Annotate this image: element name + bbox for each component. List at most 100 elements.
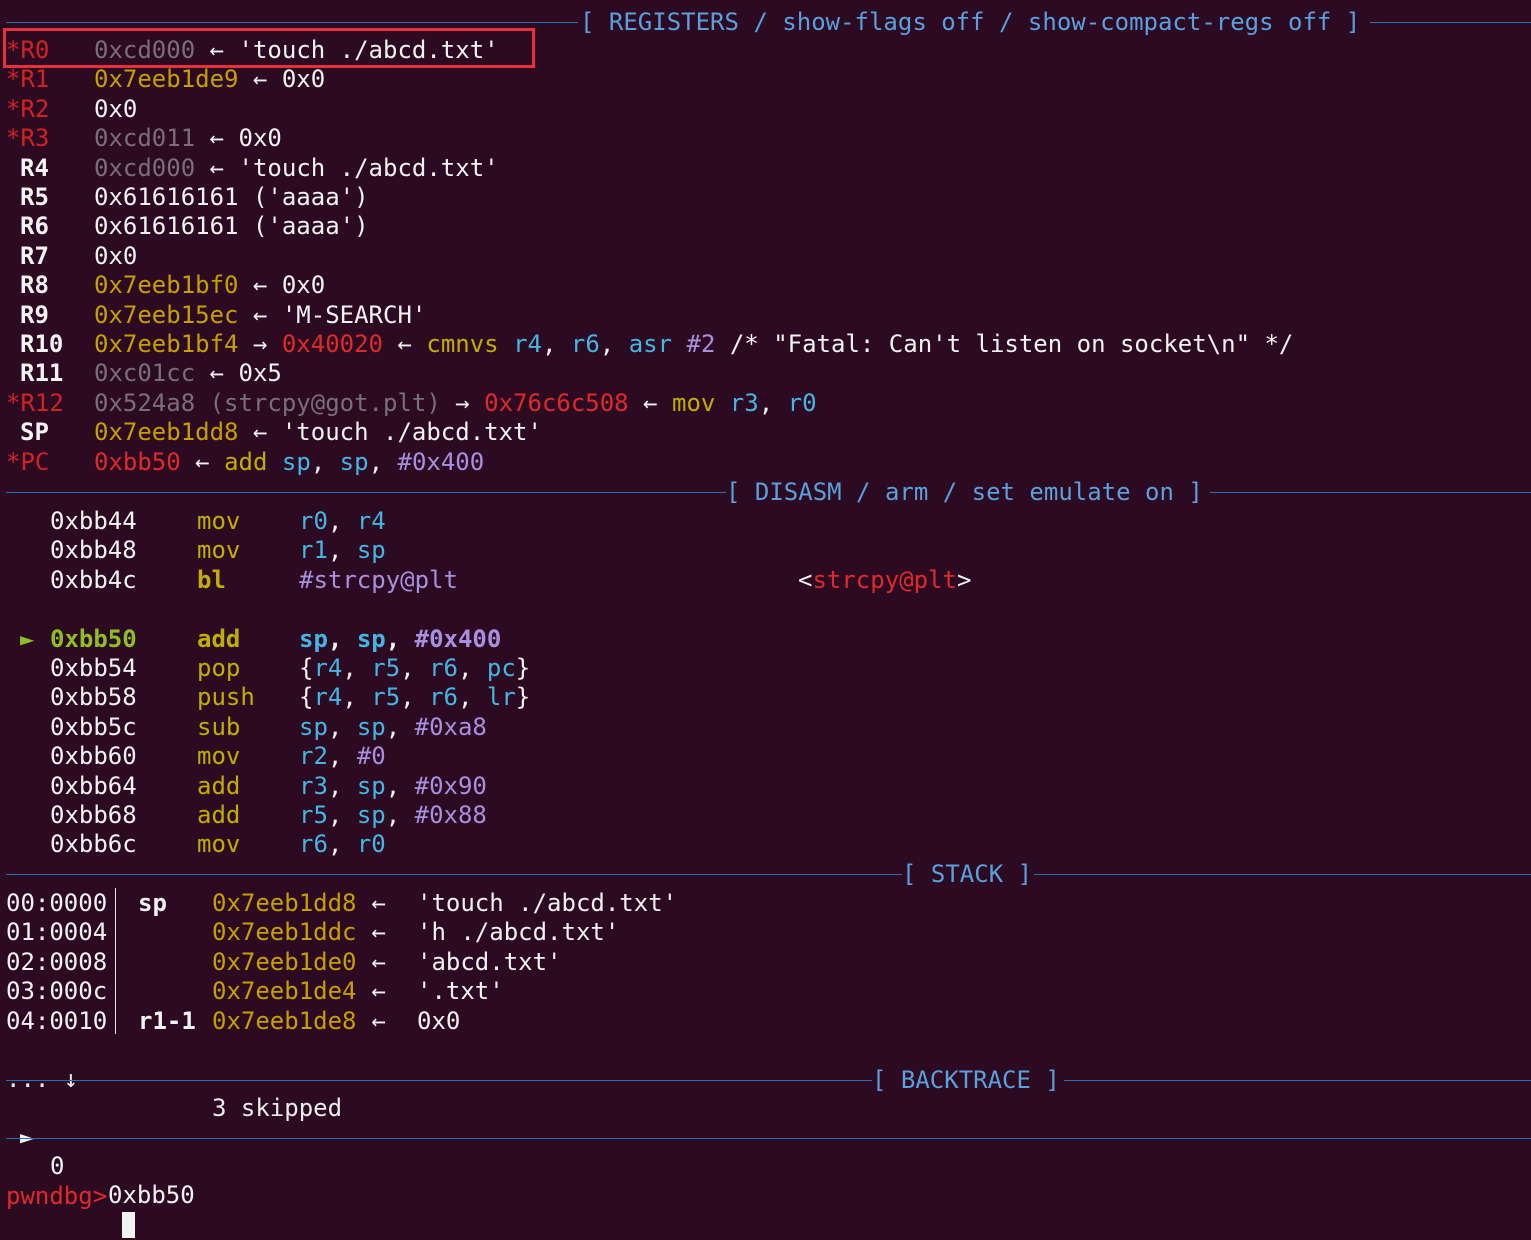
call-target-bracket: < bbox=[798, 565, 813, 594]
register-value-part: 0x7eeb1bf4 bbox=[94, 330, 239, 358]
register-value-part: 0x0 bbox=[238, 124, 282, 153]
register-value-part: 0xcd000 bbox=[94, 153, 196, 182]
instruction-operands: {r4, r5, r6, pc} bbox=[299, 654, 530, 683]
operand: , bbox=[400, 654, 430, 682]
stack-offset: 03:000c bbox=[6, 977, 108, 1006]
pwndbg-prompt: pwndbg> bbox=[6, 1182, 108, 1210]
stack-value: '.txt' bbox=[417, 977, 504, 1006]
instruction-address: 0xbb48 bbox=[50, 536, 137, 565]
r0-highlight-box bbox=[3, 28, 535, 68]
register-value-part: asr bbox=[614, 330, 673, 358]
register-value-part: 'touch ./abcd.txt' bbox=[281, 418, 542, 447]
stack-register-label: r1-1 bbox=[138, 1006, 196, 1035]
operand: r4 bbox=[313, 683, 343, 712]
instruction-address: 0xbb54 bbox=[50, 654, 137, 682]
operand: } bbox=[515, 683, 531, 712]
register-name: R10 bbox=[20, 330, 64, 358]
register-value-part: 0xc01cc bbox=[94, 359, 196, 388]
register-value-part: 0x7eeb1dd8 bbox=[94, 418, 239, 447]
instruction-mnemonic: sub bbox=[197, 712, 241, 741]
instruction-operands: {r4, r5, r6, lr} bbox=[299, 683, 530, 712]
backtrace-row[interactable]: ► 0 0xbb50 bbox=[0, 1094, 195, 1209]
instruction-operands: #strcpy@plt bbox=[299, 566, 458, 595]
register-value-part: → bbox=[440, 388, 485, 417]
register-value-part: r3 bbox=[715, 388, 759, 417]
register-name: *R3 bbox=[6, 124, 50, 153]
operand: , bbox=[327, 712, 357, 741]
register-value-part: 0xbb50 bbox=[94, 447, 181, 476]
registers-rule-right bbox=[1370, 22, 1531, 23]
register-value-part: 0x0 bbox=[281, 271, 326, 300]
stack-value: 'abcd.txt' bbox=[417, 947, 562, 976]
register-name: R5 bbox=[20, 183, 49, 211]
operand: sp bbox=[356, 771, 386, 800]
operand: { bbox=[299, 654, 314, 682]
backtrace-header: [ BACKTRACE ] bbox=[872, 1066, 1060, 1094]
operand: , bbox=[327, 830, 357, 859]
operand: , bbox=[385, 712, 415, 741]
register-name: R4 bbox=[20, 153, 49, 182]
operand: sp bbox=[356, 624, 386, 653]
stack-offset: 01:0004 bbox=[6, 918, 108, 947]
stack-arrow: ← bbox=[357, 1006, 401, 1035]
register-value-part: 0x5 bbox=[238, 359, 282, 388]
register-value-part: , bbox=[758, 388, 774, 417]
operand: , bbox=[327, 507, 357, 535]
register-name: *PC bbox=[6, 447, 50, 476]
stack-arrow: ← bbox=[357, 947, 401, 976]
operand: sp bbox=[299, 712, 328, 741]
operand: , bbox=[457, 654, 487, 682]
register-value-part: 0x0 bbox=[281, 65, 326, 94]
register-name: R7 bbox=[20, 241, 49, 270]
stack-offset: 00:0000 bbox=[6, 889, 108, 917]
register-value-part: 0xcd011 bbox=[94, 124, 196, 153]
operand: , bbox=[457, 683, 487, 712]
operand: , bbox=[327, 624, 357, 653]
register-value: 0x7eeb1de9 ← 0x0 bbox=[94, 65, 325, 94]
operand: #0x90 bbox=[414, 771, 487, 800]
operand: r5 bbox=[299, 801, 328, 829]
register-value-part: r0 bbox=[773, 388, 817, 417]
register-value: 0xbb50 ← add sp, sp, #0x400 bbox=[94, 448, 484, 477]
disasm-rule-left bbox=[6, 492, 726, 493]
backtrace-rule-right bbox=[1064, 1080, 1531, 1081]
call-target-name: strcpy@plt bbox=[812, 565, 957, 594]
instruction-mnemonic: mov bbox=[197, 536, 241, 565]
operand: r4 bbox=[356, 507, 386, 535]
stack-arrow: ← bbox=[357, 977, 401, 1006]
instruction-address: 0xbb5c bbox=[50, 712, 137, 741]
register-value: 0x7eeb15ec ← 'M-SEARCH' bbox=[94, 301, 426, 330]
instruction-address: 0xbb60 bbox=[50, 742, 137, 771]
stack-address: 0x7eeb1de4 bbox=[212, 977, 357, 1006]
operand: , bbox=[385, 801, 415, 829]
operand: r2 bbox=[299, 742, 328, 771]
register-value: 0x7eeb1dd8 ← 'touch ./abcd.txt' bbox=[94, 418, 542, 447]
stack-value: 'touch ./abcd.txt' bbox=[417, 889, 678, 917]
register-name: *R1 bbox=[6, 65, 50, 94]
instruction-operands: r3, sp, #0x90 bbox=[299, 772, 487, 801]
register-value-part: , bbox=[368, 447, 384, 476]
prompt-line[interactable]: pwndbg> bbox=[0, 1153, 135, 1238]
register-value-part: mov bbox=[672, 388, 716, 417]
operand: r4 bbox=[313, 654, 343, 682]
operand: , bbox=[342, 683, 372, 712]
stack-value: 'h ./abcd.txt' bbox=[417, 918, 620, 947]
instruction-address: 0xbb68 bbox=[50, 801, 137, 829]
instruction-operands: r6, r0 bbox=[299, 830, 386, 859]
disasm-header: [ DISASM / arm / set emulate on ] bbox=[726, 478, 1203, 506]
register-value-part: r4 bbox=[498, 330, 542, 358]
register-value-part: 0x524a8 (strcpy@got.plt) bbox=[94, 388, 441, 417]
stack-header: [ STACK ] bbox=[902, 860, 1033, 888]
register-name: R11 bbox=[20, 359, 64, 388]
instruction-mnemonic: mov bbox=[197, 507, 241, 535]
stack-arrow: ← bbox=[357, 889, 401, 917]
register-value-part: sp bbox=[267, 447, 311, 476]
command-input[interactable] bbox=[122, 1211, 135, 1240]
register-value-part: ← bbox=[628, 388, 672, 417]
instruction-operands: r2, #0 bbox=[299, 742, 386, 771]
operand: r0 bbox=[299, 507, 328, 535]
cursor-block bbox=[122, 1212, 135, 1238]
stack-address: 0x7eeb1ddc bbox=[212, 918, 357, 947]
operand: , bbox=[327, 742, 357, 771]
operand: sp bbox=[356, 801, 386, 829]
